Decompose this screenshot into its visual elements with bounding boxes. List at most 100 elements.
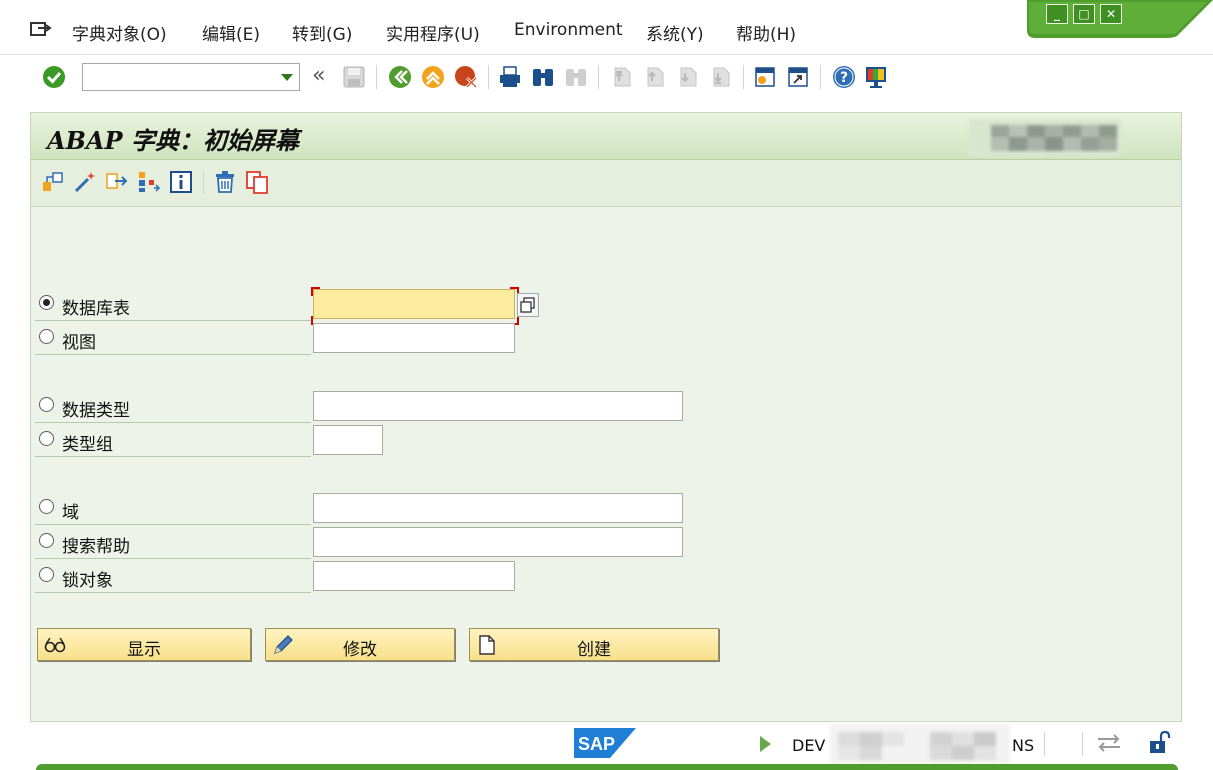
radio-view[interactable] bbox=[39, 329, 54, 344]
value-help-button[interactable] bbox=[517, 293, 539, 317]
sap-logo-text: SAP bbox=[578, 734, 615, 754]
application-toolbar bbox=[31, 160, 1181, 207]
focus-corner bbox=[311, 287, 320, 296]
find-next-icon[interactable] bbox=[564, 65, 588, 89]
lock-object-input[interactable] bbox=[313, 561, 515, 591]
toolbar-separator bbox=[203, 170, 204, 194]
minimize-button[interactable]: _ bbox=[1046, 4, 1068, 24]
row-underline bbox=[35, 558, 311, 559]
menu-goto[interactable]: 转到(G) bbox=[292, 20, 352, 45]
menu-utilities[interactable]: 实用程序(U) bbox=[386, 20, 480, 45]
toolbar-separator bbox=[743, 65, 744, 89]
previous-page-icon[interactable] bbox=[643, 65, 667, 89]
magic-wand-icon[interactable] bbox=[73, 170, 97, 194]
menu-system[interactable]: 系统(Y) bbox=[646, 20, 704, 45]
menu-dictionary-object[interactable]: 字典对象(O) bbox=[72, 20, 167, 45]
help-icon[interactable]: ? bbox=[832, 65, 856, 89]
type-group-input[interactable] bbox=[313, 425, 383, 455]
print-icon[interactable] bbox=[498, 65, 522, 89]
radio-data-type[interactable] bbox=[39, 397, 54, 412]
label-type-group: 类型组 bbox=[62, 435, 113, 455]
redacted-area bbox=[830, 724, 1010, 764]
row-underline bbox=[35, 592, 311, 593]
domain-input[interactable] bbox=[313, 493, 683, 523]
back-icon[interactable] bbox=[388, 65, 412, 89]
svg-text:?: ? bbox=[840, 70, 848, 86]
label-lock-object: 锁对象 bbox=[62, 571, 113, 591]
change-button[interactable]: 修改 bbox=[265, 628, 455, 661]
sap-logo: SAP bbox=[574, 728, 636, 758]
display-button[interactable]: 显示 bbox=[37, 628, 251, 661]
shortcut-icon[interactable] bbox=[786, 65, 810, 89]
label-data-type: 数据类型 bbox=[62, 401, 130, 421]
title-bar: ABAP 字典：初始屏幕 bbox=[31, 113, 1181, 160]
label-view: 视图 bbox=[62, 333, 96, 353]
last-page-icon[interactable] bbox=[709, 65, 733, 89]
toolbar-separator bbox=[488, 65, 489, 89]
system-client: NS bbox=[1012, 736, 1035, 755]
menu-options-icon[interactable] bbox=[30, 20, 52, 40]
system-id: DEV bbox=[792, 736, 826, 755]
bottom-frame bbox=[36, 764, 1178, 770]
row-underline bbox=[35, 422, 311, 423]
menu-help[interactable]: 帮助(H) bbox=[736, 20, 796, 45]
label-database-table: 数据库表 bbox=[62, 299, 130, 319]
toolbar-separator bbox=[376, 65, 377, 89]
maximize-button[interactable]: □ bbox=[1073, 4, 1095, 24]
command-field[interactable] bbox=[82, 63, 300, 91]
radio-database-table[interactable] bbox=[39, 295, 54, 310]
redacted-area bbox=[969, 119, 1121, 157]
close-window-button[interactable]: ✕ bbox=[1100, 4, 1122, 24]
row-underline bbox=[35, 320, 311, 321]
main-panel: ABAP 字典：初始屏幕 数据库表 视图 数据类型 类型组 域 搜索帮助 锁对象… bbox=[30, 112, 1182, 722]
menu-bar: 字典对象(O) 编辑(E) 转到(G) 实用程序(U) Environment … bbox=[0, 0, 1213, 55]
unlock-icon[interactable] bbox=[1148, 730, 1172, 756]
cancel-icon[interactable] bbox=[454, 65, 478, 89]
create-session-icon[interactable] bbox=[753, 65, 777, 89]
radio-lock-object[interactable] bbox=[39, 567, 54, 582]
customize-layout-icon[interactable] bbox=[864, 65, 888, 89]
row-underline bbox=[35, 524, 311, 525]
overwrite-mode-icon[interactable] bbox=[1096, 732, 1122, 754]
row-underline bbox=[35, 354, 311, 355]
standard-toolbar: « ? bbox=[0, 55, 1213, 101]
exit-icon[interactable] bbox=[421, 65, 445, 89]
hierarchy-icon[interactable] bbox=[41, 170, 65, 194]
where-used-icon[interactable] bbox=[105, 170, 129, 194]
page-title: ABAP 字典：初始屏幕 bbox=[47, 126, 299, 155]
create-button[interactable]: 创建 bbox=[469, 628, 719, 661]
toolbar-separator bbox=[598, 65, 599, 89]
find-icon[interactable] bbox=[531, 65, 555, 89]
display-button-label: 显示 bbox=[127, 640, 161, 660]
status-separator bbox=[1044, 732, 1045, 756]
radio-type-group[interactable] bbox=[39, 431, 54, 446]
radio-search-help[interactable] bbox=[39, 533, 54, 548]
first-page-icon[interactable] bbox=[610, 65, 634, 89]
create-button-label: 创建 bbox=[577, 640, 611, 660]
row-underline bbox=[35, 456, 311, 457]
history-back-button[interactable]: « bbox=[312, 63, 325, 88]
label-search-help: 搜索帮助 bbox=[62, 537, 130, 557]
chevron-down-icon[interactable] bbox=[281, 74, 293, 81]
database-table-input[interactable] bbox=[313, 289, 515, 319]
save-icon[interactable] bbox=[342, 65, 366, 89]
play-icon[interactable] bbox=[760, 736, 771, 752]
label-domain: 域 bbox=[62, 503, 79, 523]
info-icon[interactable] bbox=[169, 170, 193, 194]
value-help-icon bbox=[520, 297, 535, 313]
radio-domain[interactable] bbox=[39, 499, 54, 514]
row-type-group: 类型组 bbox=[35, 424, 515, 457]
status-separator bbox=[1082, 732, 1083, 756]
enter-icon[interactable] bbox=[42, 65, 66, 89]
copy-icon[interactable] bbox=[245, 170, 269, 194]
change-button-label: 修改 bbox=[343, 640, 377, 660]
search-help-input[interactable] bbox=[313, 527, 683, 557]
menu-edit[interactable]: 编辑(E) bbox=[202, 20, 260, 45]
next-page-icon[interactable] bbox=[676, 65, 700, 89]
object-list-icon[interactable] bbox=[137, 170, 161, 194]
menu-environment[interactable]: Environment bbox=[514, 20, 623, 40]
delete-icon[interactable] bbox=[213, 170, 237, 194]
view-input[interactable] bbox=[313, 323, 515, 353]
toolbar-separator bbox=[820, 65, 821, 89]
data-type-input[interactable] bbox=[313, 391, 683, 421]
